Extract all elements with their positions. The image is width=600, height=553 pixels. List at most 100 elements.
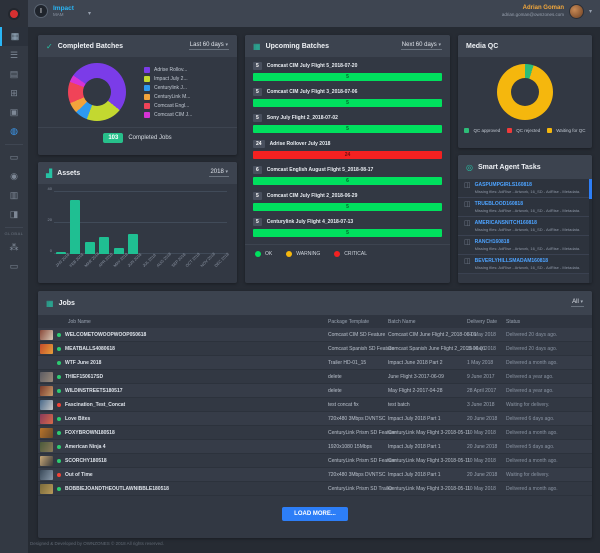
- job-name: THIEF150617SD: [65, 373, 104, 380]
- completed-range-dropdown[interactable]: Last 60 days ▾: [188, 42, 229, 50]
- table-row[interactable]: WELCOMETOWOOPWOOP050618 Comcast CIM SD Fe…: [38, 328, 592, 342]
- sidebar-item-monitor[interactable]: ▭: [0, 148, 28, 167]
- bar-chart-icon: ▟: [46, 168, 53, 178]
- delivery-date-cell: 10 May 2018: [467, 485, 496, 492]
- upcoming-batch-item[interactable]: 5 Comcast CIM July Flight 5_2018-07-20 5: [253, 62, 442, 81]
- job-thumbnail: [40, 399, 53, 410]
- sidebar-item-dashboard[interactable]: ▦: [0, 27, 28, 46]
- donut-hole: [511, 78, 539, 106]
- legend-label: Waiting for QC: [556, 128, 586, 133]
- completed-batches-panel: ✓ Completed Batches Last 60 days ▾ Adris…: [38, 35, 237, 155]
- completed-batches-donut-chart: [68, 63, 126, 121]
- table-row[interactable]: WTF June 2018 Trailer HD-01_15 Impact June…: [38, 356, 592, 370]
- legend-item: QC approved: [464, 128, 500, 133]
- top-bar: I Impact MAM ▾ Adrian Goman adrian.goman…: [0, 0, 600, 27]
- job-name-cell: Out of Time: [38, 469, 328, 480]
- table-row[interactable]: SCORCHY180518 CenturyLink Prism SD Featur…: [38, 454, 592, 468]
- delivery-date-cell: 9 June 2017: [467, 373, 495, 380]
- status-dot: [57, 472, 61, 477]
- smart-task-item[interactable]: ◫ AMERICANSNITCH160818 Missing files: AdRi…: [458, 217, 592, 236]
- status-cell: Delivered 20 days ago.: [506, 331, 558, 338]
- table-row[interactable]: Fascination_Test_Concat test concat fix te…: [38, 398, 592, 412]
- table-row[interactable]: WILDINSTREETS180517 delete May Flight 2-20…: [38, 384, 592, 398]
- legend-item: Centurylink J...: [144, 84, 192, 91]
- monitor-icon: ▭: [9, 152, 19, 162]
- chevron-down-icon[interactable]: ▾: [88, 10, 91, 17]
- smart-task-item[interactable]: ◫ GASPUMPGIRLS160818 Missing files: AdRise…: [458, 179, 592, 198]
- table-row[interactable]: Love Bites 720x480 3Mbps DVNTSC Impact Jul…: [38, 412, 592, 426]
- panel-title: Media QC: [466, 42, 499, 50]
- smart-task-item[interactable]: ◫ BEVERLYHILLSMADAM160818 Missing files: A…: [458, 255, 592, 274]
- upcoming-batch-item[interactable]: 24 Adrise Rollover July 2018 24: [253, 140, 442, 159]
- sidebar-item-review[interactable]: ◉: [0, 167, 28, 186]
- sidebar-item-batches[interactable]: ☰: [0, 46, 28, 65]
- legend-label: OK: [265, 251, 273, 257]
- table-row[interactable]: Out of Time 720x480 3Mbps DVNTSC Impact Ju…: [38, 468, 592, 482]
- storage-icon: ▤: [9, 69, 19, 79]
- table-row[interactable]: THIEF150617SD delete June Flight 3-2017-06…: [38, 370, 592, 384]
- scrollbar[interactable]: [589, 179, 592, 283]
- scrollbar-thumb[interactable]: [589, 179, 592, 199]
- x-tick-label: JUN 2018: [126, 251, 143, 269]
- job-name-cell: FOXYBROWN180518: [38, 427, 328, 438]
- chevron-down-icon[interactable]: ▾: [589, 8, 592, 15]
- assets-year-dropdown[interactable]: 2018 ▾: [209, 169, 229, 177]
- upcoming-batch-item[interactable]: 6 Comcast English August Flight 5_2018-08…: [253, 166, 442, 185]
- app-logo[interactable]: [0, 0, 28, 27]
- avatar: [568, 4, 584, 19]
- table-row[interactable]: MEATBALLS4080618 Comcast Spanish SD Featu…: [38, 342, 592, 356]
- sidebar-item-screens[interactable]: ▭: [0, 257, 28, 276]
- legend-label: WARNING: [296, 251, 321, 257]
- library-icon: ▥: [9, 190, 19, 200]
- table-row[interactable]: American Ninja 4 1920x1080 15Mbps Impact J…: [38, 440, 592, 454]
- sidebar-item-storage[interactable]: ▤: [0, 65, 28, 84]
- package-template-cell: CenturyLink Prism SD Feature: [328, 429, 396, 436]
- upcoming-batch-item[interactable]: 5 Comcast CIM July Flight 3_2018-07-06 5: [253, 88, 442, 107]
- upcoming-range-dropdown[interactable]: Next 60 days ▾: [400, 42, 442, 50]
- sidebar-item-library[interactable]: ▥: [0, 186, 28, 205]
- calendar-icon: ▦: [46, 298, 54, 308]
- sidebar-item-calendar[interactable]: ▣: [0, 103, 28, 122]
- upcoming-batch-header: 5 Centurylink July Flight 4_2018-07-13: [253, 218, 442, 226]
- status-cell: Delivered a month ago.: [506, 457, 558, 464]
- job-name: American Ninja 4: [65, 443, 106, 450]
- user-menu[interactable]: Adrian Goman adrian.goman@ownzones.com ▾: [502, 4, 592, 19]
- delivery-date-cell: 10 May 2018: [467, 429, 496, 436]
- y-tick-label: 40: [47, 186, 52, 191]
- sidebar-item-media[interactable]: ◨: [0, 205, 28, 224]
- upcoming-batch-item[interactable]: 5 Comcast CIM July Flight 2_2018-06-29 5: [253, 192, 442, 211]
- workspace-switcher[interactable]: I Impact MAM: [34, 4, 74, 18]
- package-template-cell: Trailer HD-01_15: [328, 359, 367, 366]
- count-badge: 5: [253, 88, 262, 96]
- legend-swatch: [144, 84, 150, 91]
- table-row[interactable]: FOXYBROWN180518 CenturyLink Prism SD Feat…: [38, 426, 592, 440]
- job-name: Out of Time: [65, 471, 93, 478]
- calendar-icon: ▦: [253, 41, 261, 51]
- sidebar-item-network[interactable]: ⁂: [0, 238, 28, 257]
- legend-dot: [286, 251, 293, 257]
- x-tick-label: SEP 2018: [169, 251, 187, 269]
- workspace-name: Impact: [53, 4, 74, 12]
- table-row[interactable]: BOBBIEJOANDTHEOUTLAWNIBBLE180518 CenturyL…: [38, 482, 592, 496]
- batch-name: Adrise Rollover July 2018: [269, 141, 331, 147]
- jobs-filter-dropdown[interactable]: All ▾: [571, 299, 584, 307]
- legend-item: OK: [255, 251, 272, 257]
- load-more-button[interactable]: LOAD MORE...: [282, 507, 348, 521]
- upcoming-batch-header: 5 Comcast CIM July Flight 3_2018-07-06: [253, 88, 442, 96]
- batch-name-cell: CenturyLink May Flight 3-2018-05-11: [388, 485, 471, 492]
- upcoming-batch-item[interactable]: 5 Sony July Flight 2_2018-07-02 5: [253, 114, 442, 133]
- upcoming-batch-item[interactable]: 5 Centurylink July Flight 4_2018-07-13 5: [253, 218, 442, 237]
- job-thumbnail: [40, 483, 53, 494]
- task-text: AMERICANSNITCH160818 Missing files: AdRis…: [475, 220, 581, 232]
- sidebar-item-web[interactable]: ◍: [0, 122, 28, 141]
- smart-task-item[interactable]: ◫ TRUEBLOOD160818 Missing files: AdRise - …: [458, 198, 592, 217]
- batch-name-cell: May Flight 2-2017-04-28: [388, 387, 443, 394]
- progress-bar: 5: [253, 125, 442, 133]
- sidebar-item-packages[interactable]: ⊞: [0, 84, 28, 103]
- task-text: RANCH160818 Missing files: AdRise - Artwo…: [475, 239, 581, 251]
- smart-task-item[interactable]: ◫ RANCH160818 Missing files: AdRise - Artw…: [458, 236, 592, 255]
- status-dot: [57, 416, 61, 421]
- upcoming-status-legend: OK WARNING CRITICAL: [245, 244, 450, 263]
- task-icon: ◫: [464, 182, 471, 189]
- job-name: WTF June 2018: [65, 359, 102, 366]
